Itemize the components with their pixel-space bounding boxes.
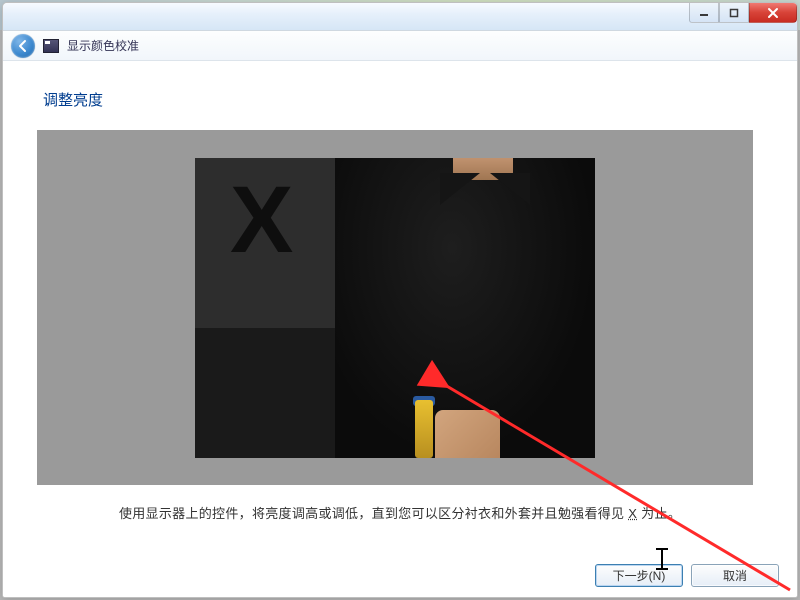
footer-buttons: 下一步(N) 取消 — [595, 564, 779, 587]
maximize-button[interactable] — [719, 3, 749, 23]
monitor-icon — [43, 39, 59, 53]
titlebar — [3, 3, 797, 31]
sample-image-frame: X — [37, 130, 753, 485]
back-button[interactable] — [11, 34, 35, 58]
minimize-button[interactable] — [689, 3, 719, 23]
close-button[interactable] — [749, 3, 797, 23]
calibration-window: 显示颜色校准 调整亮度 X 使用显示器上的控件，将亮度调高或调低，直到您可以区分… — [2, 2, 798, 598]
window-title: 显示颜色校准 — [67, 37, 139, 54]
content-area: 调整亮度 X 使用显示器上的控件，将亮度调高或调低，直到您可以区分衬衣和外套并且… — [3, 61, 797, 597]
brightness-sample-image: X — [195, 158, 595, 458]
page-heading: 调整亮度 — [43, 89, 757, 110]
window-controls — [689, 3, 797, 23]
toolbar: 显示颜色校准 — [3, 31, 797, 61]
instruction-text: 使用显示器上的控件，将亮度调高或调低，直到您可以区分衬衣和外套并且勉强看得见 X… — [43, 503, 757, 522]
cancel-button[interactable]: 取消 — [691, 564, 779, 587]
next-button[interactable]: 下一步(N) — [595, 564, 683, 587]
sample-x-mark: X — [230, 173, 293, 268]
